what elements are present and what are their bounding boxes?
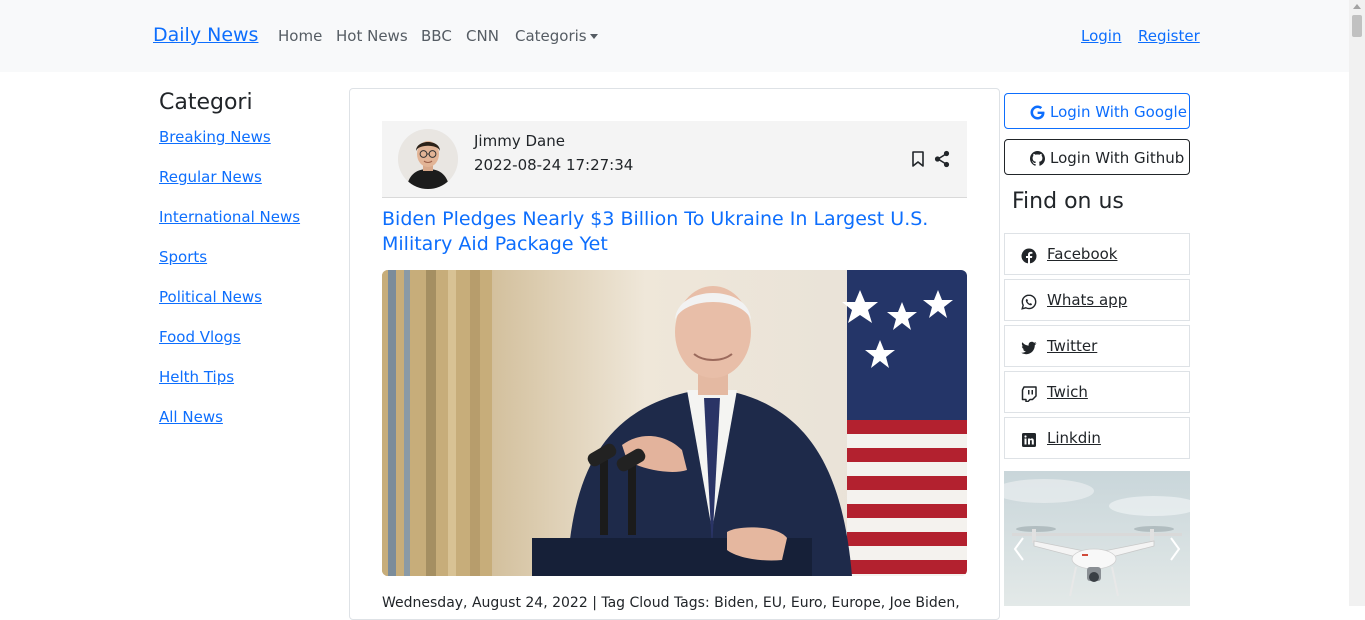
category-link[interactable]: Food Vlogs — [159, 328, 241, 346]
navbar: Daily News Home Hot News BBC CNN Categor… — [0, 0, 1349, 72]
social-facebook[interactable]: Facebook — [1004, 233, 1190, 275]
login-link[interactable]: Login — [1081, 27, 1121, 45]
carousel-prev-icon[interactable] — [1012, 534, 1026, 564]
nav-cnn[interactable]: CNN — [466, 27, 499, 45]
scroll-thumb[interactable] — [1352, 15, 1362, 37]
post-card: Jimmy Dane 2022-08-24 17:27:34 Biden Ple… — [349, 88, 1000, 620]
page-scrollbar[interactable] — [1349, 0, 1365, 606]
image-carousel[interactable] — [1004, 471, 1190, 606]
author-name: Jimmy Dane — [474, 132, 565, 150]
nav-home[interactable]: Home — [278, 27, 322, 45]
register-link[interactable]: Register — [1138, 27, 1200, 45]
social-linkedin-label: Linkdin — [1047, 429, 1101, 447]
category-link[interactable]: Helth Tips — [159, 368, 234, 386]
drone-image — [1004, 471, 1190, 606]
social-twitter-label: Twitter — [1047, 337, 1098, 355]
category-link[interactable]: Sports — [159, 248, 207, 266]
categories-title: Categori — [159, 90, 253, 115]
category-link[interactable]: All News — [159, 408, 223, 426]
category-link[interactable]: Breaking News — [159, 128, 271, 146]
social-facebook-label: Facebook — [1047, 245, 1118, 263]
category-link[interactable]: Political News — [159, 288, 262, 306]
post-headline[interactable]: Biden Pledges Nearly $3 Billion To Ukrai… — [382, 207, 967, 257]
find-on-us-title: Find on us — [1012, 189, 1124, 214]
login-with-google-label: Login With Google — [1050, 103, 1187, 121]
whatsapp-icon — [1021, 294, 1037, 310]
social-whatsapp[interactable]: Whats app — [1004, 279, 1190, 321]
brand-link[interactable]: Daily News — [153, 24, 258, 46]
share-icon[interactable] — [933, 150, 951, 168]
google-icon — [1030, 105, 1045, 120]
author-bar: Jimmy Dane 2022-08-24 17:27:34 — [382, 121, 967, 198]
linkedin-icon — [1022, 433, 1036, 447]
post-datetime: 2022-08-24 17:27:34 — [474, 156, 634, 174]
chevron-down-icon — [589, 34, 598, 39]
login-with-google-button[interactable]: Login With Google — [1004, 93, 1190, 129]
social-twitch[interactable]: Twich — [1004, 371, 1190, 413]
social-twitter[interactable]: Twitter — [1004, 325, 1190, 367]
category-link[interactable]: International News — [159, 208, 300, 226]
twitter-icon — [1021, 341, 1037, 355]
nav-categories-label: Categoris — [515, 27, 587, 45]
twitch-icon — [1021, 386, 1037, 402]
social-twitch-label: Twich — [1047, 383, 1088, 401]
nav-bbc[interactable]: BBC — [421, 27, 452, 45]
bookmark-icon[interactable] — [909, 150, 927, 168]
nav-hot-news[interactable]: Hot News — [336, 27, 408, 45]
category-link[interactable]: Regular News — [159, 168, 262, 186]
carousel-next-icon[interactable] — [1168, 534, 1182, 564]
login-with-github-label: Login With Github — [1050, 149, 1185, 167]
post-snippet: Wednesday, August 24, 2022 | Tag Cloud T… — [382, 595, 960, 611]
social-whatsapp-label: Whats app — [1047, 291, 1128, 309]
facebook-icon — [1021, 248, 1037, 264]
avatar[interactable] — [398, 129, 458, 189]
social-linkedin[interactable]: Linkdin — [1004, 417, 1190, 459]
nav-categories-dropdown[interactable]: Categoris — [515, 27, 598, 45]
github-icon — [1030, 151, 1045, 166]
login-with-github-button[interactable]: Login With Github — [1004, 139, 1190, 175]
post-hero-image[interactable] — [382, 270, 967, 576]
scroll-up-arrow-icon[interactable] — [1353, 4, 1361, 9]
